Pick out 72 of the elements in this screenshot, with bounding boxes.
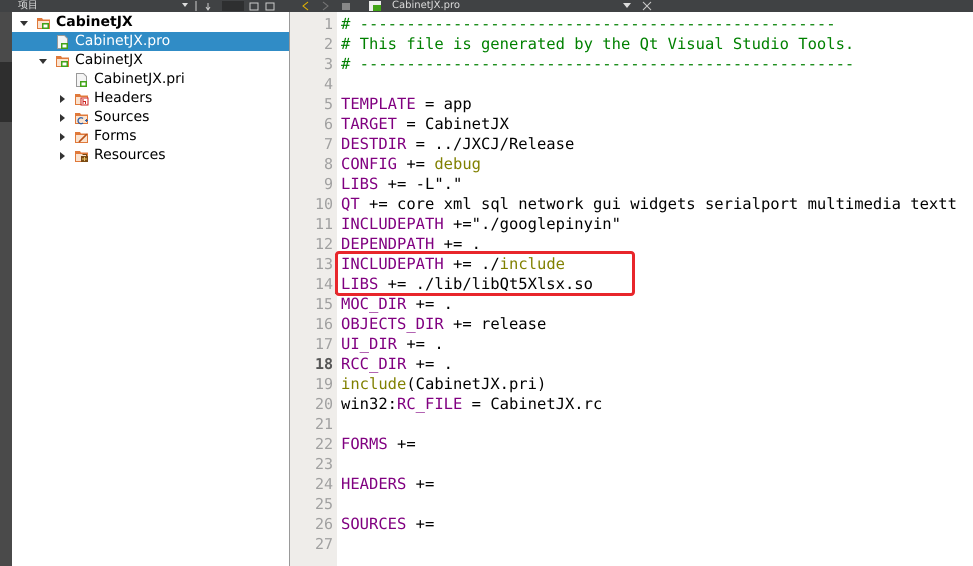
code-line: include(CabinetJX.pri) xyxy=(341,374,546,394)
tree-item[interactable]: CabinetJX xyxy=(12,51,289,70)
close-icon[interactable] xyxy=(642,1,652,11)
editor-tab[interactable]: CabinetJX.pro xyxy=(392,0,612,12)
code-line: HEADERS += xyxy=(341,474,434,494)
code-line: TARGET = CabinetJX xyxy=(341,114,509,134)
tree-item-label: CabinetJX xyxy=(56,13,133,32)
line-number: 20 xyxy=(314,394,334,415)
code-line: LIBS += ./lib/libQt5Xlsx.so xyxy=(341,274,593,294)
tree-item-label: Sources xyxy=(94,108,150,127)
line-number: 24 xyxy=(314,474,334,495)
line-number: 15 xyxy=(314,294,334,315)
line-number: 14 xyxy=(314,274,334,295)
tree-item-label: Resources xyxy=(94,146,166,165)
tree-item[interactable]: Resources xyxy=(12,146,289,165)
line-number: 3 xyxy=(324,54,334,75)
tree-item[interactable]: Forms xyxy=(12,127,289,146)
tree-item[interactable]: CabinetJX.pro xyxy=(12,32,289,51)
line-number: 6 xyxy=(324,114,334,135)
dropdown-caret-icon[interactable] xyxy=(622,2,632,10)
line-number: 1 xyxy=(324,14,334,35)
tree-item[interactable]: CabinetJX.pri xyxy=(12,70,289,89)
line-number: 9 xyxy=(324,174,334,195)
code-line: RCC_DIR += . xyxy=(341,354,453,374)
tree-item[interactable]: CabinetJX xyxy=(12,13,289,32)
line-number: 5 xyxy=(324,94,334,115)
line-number: 18 xyxy=(314,354,334,375)
tree-item-label: Headers xyxy=(94,89,152,108)
line-number: 26 xyxy=(314,514,334,535)
line-number: 2 xyxy=(324,34,334,55)
code-line: SOURCES += xyxy=(341,514,434,534)
tree-item-label: Forms xyxy=(94,127,137,146)
line-number: 21 xyxy=(314,414,334,435)
tree-item[interactable]: Headers xyxy=(12,89,289,108)
line-number: 23 xyxy=(314,454,334,475)
line-number: 11 xyxy=(314,214,334,235)
line-number: 17 xyxy=(314,334,334,355)
tree-item-label: CabinetJX.pro xyxy=(75,32,170,51)
line-number: 4 xyxy=(324,74,334,95)
tree-item-label: CabinetJX xyxy=(75,51,143,70)
code-line: MOC_DIR += . xyxy=(341,294,453,314)
line-number: 13 xyxy=(314,254,334,275)
qt-file-icon xyxy=(368,1,382,11)
line-number: 25 xyxy=(314,494,334,515)
code-line: # --------------------------------------------------- xyxy=(341,14,836,34)
line-number: 7 xyxy=(324,134,334,155)
code-line: # This file is generated by the Qt Visual Studio Tools. xyxy=(341,34,854,54)
code-line: TEMPLATE = app xyxy=(341,94,472,114)
code-line: UI_DIR += . xyxy=(341,334,444,354)
tree-item-label: CabinetJX.pri xyxy=(94,70,185,89)
code-line: LIBS += -L"." xyxy=(341,174,462,194)
code-line: OBJECTS_DIR += release xyxy=(341,314,546,334)
line-number: 8 xyxy=(324,154,334,175)
line-number: 27 xyxy=(314,534,334,555)
code-line: # ----------------------------------------------------- xyxy=(341,54,854,74)
code-line: CONFIG += debug xyxy=(341,154,481,174)
panel-title: 项目 xyxy=(18,0,38,12)
file-icon xyxy=(74,72,90,88)
line-number: 19 xyxy=(314,374,334,395)
code-line: FORMS += xyxy=(341,434,416,454)
line-number: 12 xyxy=(314,234,334,255)
code-line: QT += core xml sql network gui widgets serialport multimedia textt xyxy=(341,194,957,214)
tree-item[interactable]: Sources xyxy=(12,108,289,127)
line-number: 16 xyxy=(314,314,334,335)
code-line: win32:RC_FILE = CabinetJX.rc xyxy=(341,394,602,414)
file-icon xyxy=(55,34,71,50)
code-line: INCLUDEPATH +="./googlepinyin" xyxy=(341,214,621,234)
code-line: INCLUDEPATH += ./include xyxy=(341,254,565,274)
code-line: DEPENDPATH += . xyxy=(341,234,481,254)
code-line: DESTDIR = ../JXCJ/Release xyxy=(341,134,574,154)
line-number: 10 xyxy=(314,194,334,215)
line-number: 22 xyxy=(314,434,334,455)
